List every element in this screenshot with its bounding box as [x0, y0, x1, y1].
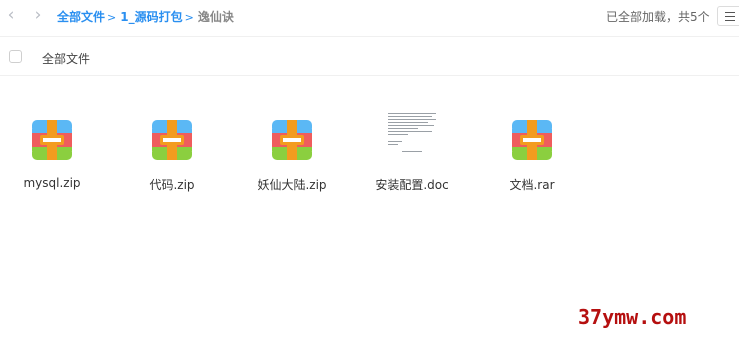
archive-icon: [512, 120, 552, 160]
file-item-mysql-zip[interactable]: mysql.zip: [0, 120, 107, 190]
breadcrumb: 全部文件 >1_源码打包 > 逸仙诀: [57, 8, 234, 25]
archive-icon: [32, 120, 72, 160]
list-view-icon[interactable]: [717, 6, 739, 26]
site-watermark: 37ymw.com: [578, 305, 687, 329]
file-name: mysql.zip: [23, 176, 81, 190]
select-all-label: 全部文件: [42, 52, 91, 66]
file-item-yaoxian-zip[interactable]: 妖仙大陆.zip: [237, 120, 347, 193]
top-bar: ‹ › 全部文件 >1_源码打包 > 逸仙诀 已全部加载，共5个: [0, 0, 739, 32]
breadcrumb-separator: >: [107, 11, 117, 24]
load-status: 已全部加载，共5个: [606, 10, 710, 24]
file-name: 文档.rar: [509, 178, 555, 192]
breadcrumb-item-source-pack[interactable]: 1_源码打包: [120, 10, 182, 24]
breadcrumb-current: 逸仙诀: [197, 10, 234, 24]
archive-icon: [272, 120, 312, 160]
document-thumbnail: [384, 113, 440, 157]
archive-icon: [152, 120, 192, 160]
file-name: 妖仙大陆.zip: [257, 178, 327, 192]
file-item-docs-rar[interactable]: 文档.rar: [477, 120, 587, 193]
file-list-header: 全部文件: [0, 36, 739, 76]
forward-icon[interactable]: ›: [29, 6, 47, 24]
file-item-install-doc[interactable]: 安装配置.doc: [357, 113, 467, 193]
breadcrumb-item-all-files[interactable]: 全部文件: [57, 10, 105, 24]
back-icon[interactable]: ‹: [2, 6, 20, 24]
file-item-code-zip[interactable]: 代码.zip: [117, 120, 227, 193]
breadcrumb-separator: >: [184, 11, 194, 24]
select-all-checkbox[interactable]: [9, 50, 22, 63]
file-name: 代码.zip: [149, 178, 195, 192]
file-name: 安装配置.doc: [375, 178, 449, 192]
